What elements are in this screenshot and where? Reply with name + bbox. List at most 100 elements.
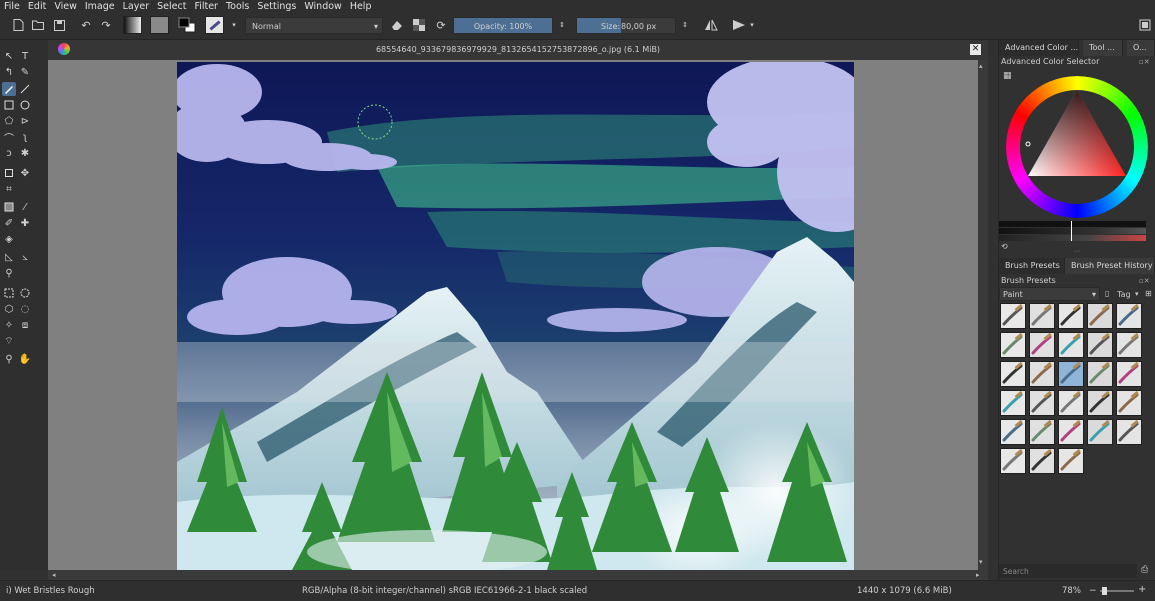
brush-preset-thumbnail[interactable] bbox=[1116, 303, 1142, 329]
brush-preset-thumbnail[interactable] bbox=[1058, 390, 1084, 416]
presets-float-close-icon[interactable]: ▫✕ bbox=[1139, 277, 1153, 285]
scroll-left-icon[interactable]: ◂ bbox=[52, 571, 60, 579]
gradient-swatch-icon[interactable] bbox=[122, 16, 142, 34]
brush-preset-thumbnail[interactable] bbox=[1058, 361, 1084, 387]
text-tool-icon[interactable]: T bbox=[18, 49, 32, 63]
brush-preset-thumbnail[interactable] bbox=[1087, 332, 1113, 358]
mirror-vertical-icon[interactable] bbox=[731, 17, 747, 33]
menu-window[interactable]: Window bbox=[300, 0, 345, 13]
new-document-icon[interactable] bbox=[10, 17, 26, 33]
pan-tool-icon[interactable]: ✋ bbox=[18, 352, 32, 366]
zoom-slider[interactable] bbox=[1100, 587, 1134, 595]
chevron-down-icon[interactable]: ▾ bbox=[1135, 290, 1139, 298]
splitter-handle-icon[interactable]: ⋯ bbox=[1074, 249, 1084, 255]
zoom-out-icon[interactable]: − bbox=[1089, 586, 1097, 596]
select-shapes-icon[interactable]: ↖ bbox=[2, 49, 16, 63]
tab-overview[interactable]: O... bbox=[1127, 40, 1155, 56]
color-picker-icon[interactable]: ⁄ bbox=[18, 200, 32, 214]
horizontal-scrollbar[interactable]: ◂ ▸ bbox=[48, 570, 988, 580]
brush-preset-thumbnail[interactable] bbox=[1087, 390, 1113, 416]
save-preset-icon[interactable]: ⎙ bbox=[1141, 565, 1148, 575]
fg-bg-color-icon[interactable] bbox=[177, 17, 197, 33]
zoom-tool-icon[interactable]: ⚲ bbox=[2, 352, 16, 366]
hue-strip[interactable] bbox=[999, 235, 1146, 241]
brush-preset-thumbnail[interactable] bbox=[1058, 448, 1084, 474]
redo-icon[interactable]: ↷ bbox=[98, 17, 114, 33]
crop-tool-icon[interactable]: ⌗ bbox=[2, 182, 16, 196]
brush-preset-thumbnail[interactable] bbox=[1116, 419, 1142, 445]
polygonal-selection-icon[interactable]: ⬡ bbox=[2, 302, 16, 316]
measure-tool-icon[interactable]: ⦣ bbox=[18, 250, 32, 264]
smart-patch-icon[interactable]: ✚ bbox=[18, 216, 32, 230]
zoom-slider-handle[interactable] bbox=[1102, 587, 1107, 595]
brush-preset-thumbnail[interactable] bbox=[1029, 419, 1055, 445]
menu-image[interactable]: Image bbox=[81, 0, 119, 13]
brush-preset-thumbnail[interactable] bbox=[1058, 332, 1084, 358]
line-tool-icon[interactable] bbox=[18, 82, 32, 96]
similar-color-selection-icon[interactable]: ⧈ bbox=[18, 318, 32, 332]
brush-preset-thumbnail[interactable] bbox=[1000, 390, 1026, 416]
vertical-scrollbar[interactable]: ▴ ▾ bbox=[978, 60, 988, 570]
freehand-path-icon[interactable]: ʅ bbox=[18, 130, 32, 144]
brush-preset-thumbnail[interactable] bbox=[1029, 332, 1055, 358]
brush-preset-thumbnail[interactable] bbox=[1000, 303, 1026, 329]
freehand-selection-icon[interactable]: ◌ bbox=[18, 302, 32, 316]
brush-preset-thumbnail[interactable] bbox=[1000, 361, 1026, 387]
tab-brush-preset-history[interactable]: Brush Preset History bbox=[1065, 258, 1155, 274]
painting-canvas[interactable] bbox=[177, 62, 854, 570]
gradient-tool-icon[interactable] bbox=[2, 200, 16, 214]
scroll-up-icon[interactable]: ▴ bbox=[979, 62, 983, 70]
calligraphy-icon[interactable]: ✎ bbox=[18, 65, 32, 79]
brush-preset-thumbnail[interactable] bbox=[1000, 332, 1026, 358]
reference-images-icon[interactable]: ⚲ bbox=[2, 266, 16, 280]
tag-icon[interactable]: ▯ bbox=[1105, 289, 1109, 298]
menu-view[interactable]: View bbox=[50, 0, 81, 13]
brush-preset-thumbnail[interactable] bbox=[1000, 419, 1026, 445]
bezier-tool-icon[interactable]: ⌒ bbox=[2, 130, 16, 145]
opacity-stepper-icon[interactable]: ⇕ bbox=[556, 17, 568, 33]
brush-preset-thumbnail[interactable] bbox=[1058, 419, 1084, 445]
colorize-mask-icon[interactable]: ✐ bbox=[2, 216, 16, 230]
saturation-strip[interactable] bbox=[999, 228, 1146, 234]
brush-preset-thumbnail[interactable] bbox=[1029, 303, 1055, 329]
preserve-alpha-icon[interactable] bbox=[411, 17, 427, 33]
freehand-brush-icon[interactable] bbox=[2, 82, 16, 96]
float-close-icon[interactable]: ▫✕ bbox=[1139, 58, 1153, 66]
preset-view-icon[interactable]: ⊞ bbox=[1145, 289, 1152, 298]
open-folder-icon[interactable] bbox=[30, 17, 46, 33]
value-strip[interactable] bbox=[999, 221, 1146, 227]
contiguous-selection-icon[interactable]: ✧ bbox=[2, 318, 16, 332]
rectangle-tool-icon[interactable] bbox=[2, 98, 16, 112]
tag-label[interactable]: Tag bbox=[1117, 290, 1131, 299]
save-icon[interactable] bbox=[51, 17, 67, 33]
brush-preset-thumbnail[interactable] bbox=[1087, 419, 1113, 445]
menu-file[interactable]: File bbox=[0, 0, 24, 13]
tab-brush-presets[interactable]: Brush Presets bbox=[999, 258, 1065, 274]
size-stepper-icon[interactable]: ⇕ bbox=[679, 17, 691, 33]
color-history-icon[interactable]: ⟲ bbox=[1001, 242, 1008, 251]
polygon-tool-icon[interactable]: ⬠ bbox=[2, 114, 16, 128]
polyline-tool-icon[interactable]: ⊳ bbox=[18, 114, 32, 128]
chevron-down-icon[interactable]: ▾ bbox=[228, 17, 240, 33]
elliptical-selection-icon[interactable] bbox=[18, 286, 32, 300]
edit-shapes-icon[interactable]: ↰ bbox=[2, 65, 16, 79]
presets-filter-select[interactable]: Paint ▾ bbox=[999, 287, 1100, 301]
transform-tool-icon[interactable] bbox=[2, 166, 16, 180]
tab-advanced-color[interactable]: Advanced Color ... bbox=[999, 40, 1079, 56]
scroll-right-icon[interactable]: ▸ bbox=[976, 571, 984, 579]
scroll-down-icon[interactable]: ▾ bbox=[979, 558, 983, 566]
brush-preset-thumbnail[interactable] bbox=[1029, 361, 1055, 387]
menu-help[interactable]: Help bbox=[346, 0, 376, 13]
maximize-window-icon[interactable] bbox=[1137, 17, 1153, 33]
color-wheel[interactable] bbox=[1006, 76, 1148, 218]
brush-preset-thumbnail[interactable] bbox=[1029, 448, 1055, 474]
close-document-icon[interactable]: ✕ bbox=[970, 44, 981, 55]
fill-tool-icon[interactable]: ◈ bbox=[2, 232, 16, 246]
brush-preset-thumbnail[interactable] bbox=[1116, 390, 1142, 416]
opacity-slider[interactable]: Opacity: 100% bbox=[453, 17, 553, 34]
brush-preset-icon[interactable] bbox=[204, 16, 224, 34]
pattern-swatch-icon[interactable] bbox=[149, 16, 169, 34]
eraser-mode-icon[interactable] bbox=[389, 17, 405, 33]
brush-preset-thumbnail[interactable] bbox=[1116, 332, 1142, 358]
brush-preset-thumbnail[interactable] bbox=[1087, 303, 1113, 329]
